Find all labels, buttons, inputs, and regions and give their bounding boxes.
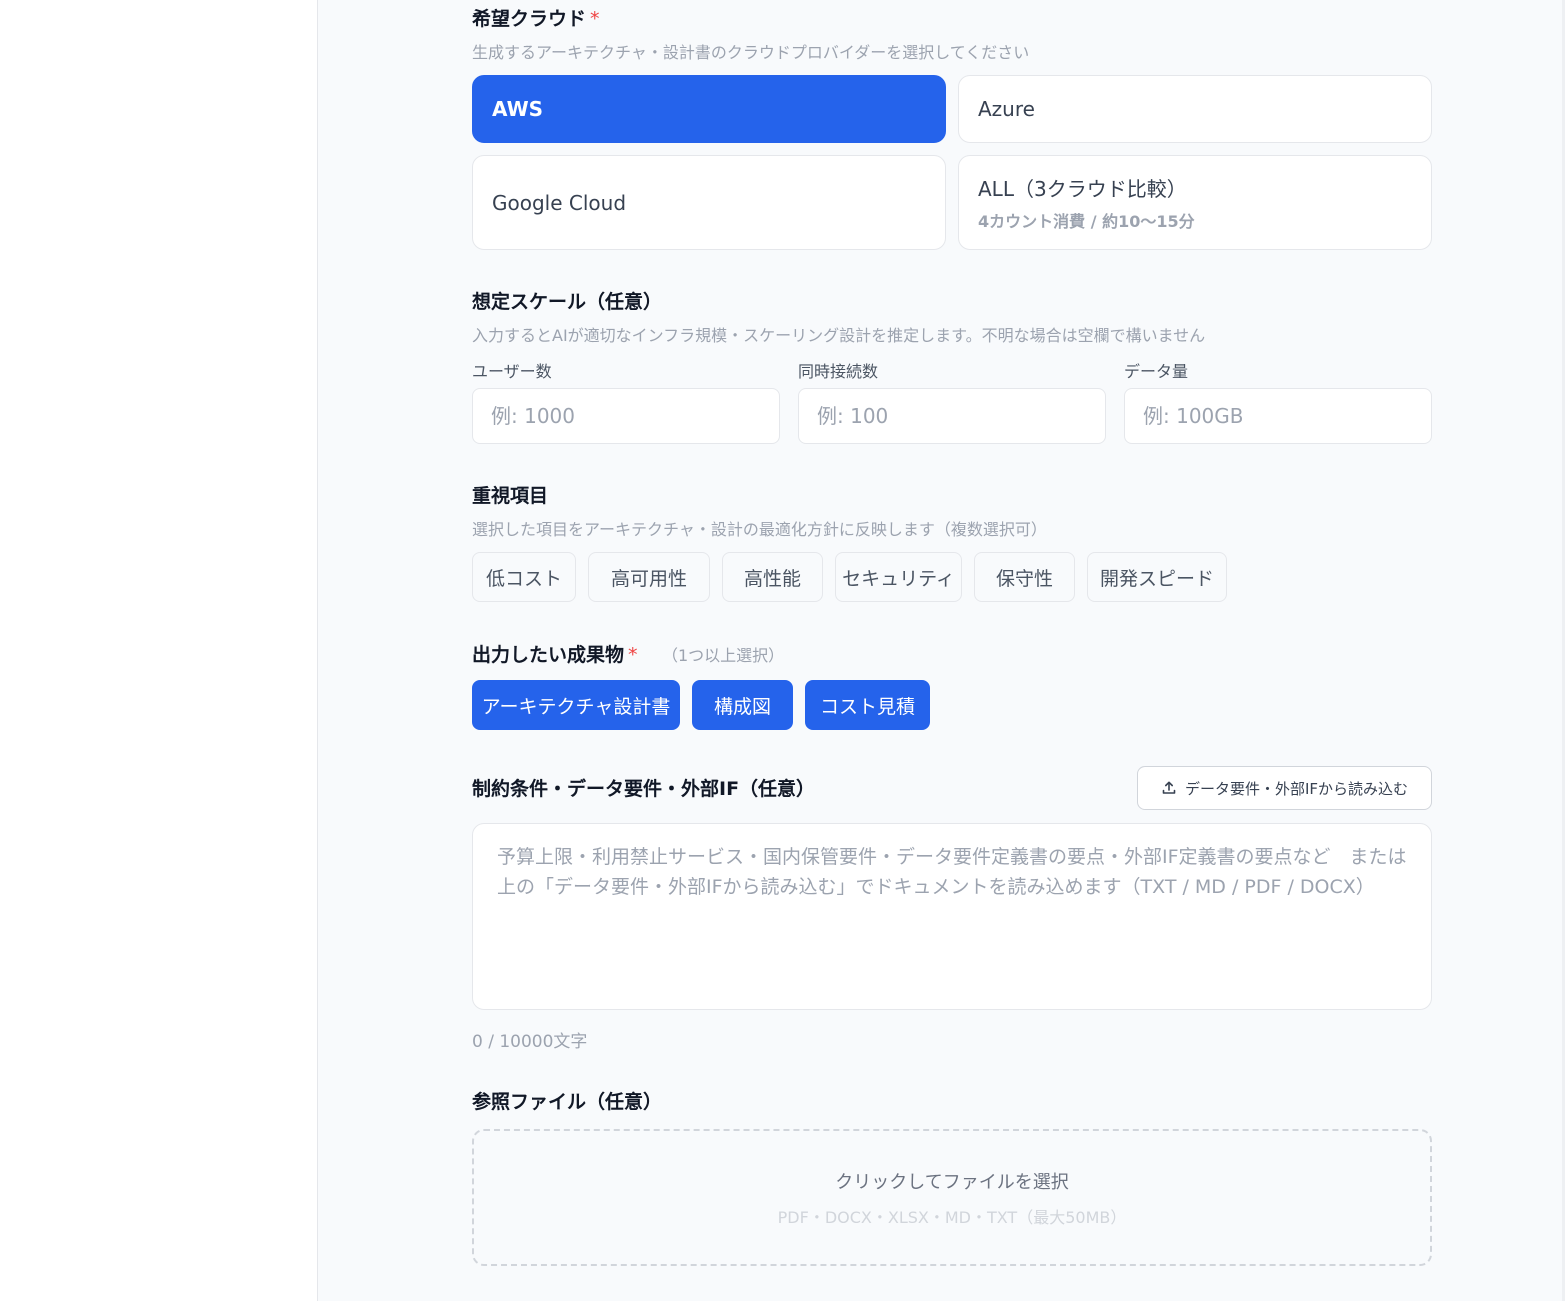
cloud-option-google-cloud[interactable]: Google Cloud — [472, 155, 946, 250]
priority-chip-performance[interactable]: 高性能 — [722, 552, 823, 602]
dropzone-main-text: クリックしてファイルを選択 — [835, 1171, 1069, 1193]
cloud-option-label: Azure — [978, 97, 1035, 121]
import-button-label: データ要件・外部IFから読み込む — [1184, 779, 1409, 798]
deliverables-hint: （1つ以上選択） — [662, 646, 785, 665]
required-mark: * — [628, 644, 638, 666]
scale-label: 想定スケール（任意） — [472, 291, 663, 313]
concurrent-label: 同時接続数 — [798, 362, 879, 381]
import-requirements-button[interactable]: データ要件・外部IFから読み込む — [1137, 766, 1432, 810]
cloud-option-label: ALL（3クラウド比較） — [978, 177, 1187, 201]
priority-chip-availability[interactable]: 高可用性 — [588, 552, 710, 602]
cloud-option-all[interactable]: ALL（3クラウド比較） 4カウント消費 / 約10〜15分 — [958, 155, 1432, 250]
cloud-label: 希望クラウド * — [472, 8, 600, 30]
priorities-label: 重視項目 — [472, 485, 549, 507]
users-label: ユーザー数 — [472, 362, 552, 381]
reference-label: 参照ファイル（任意） — [472, 1091, 663, 1113]
constraints-label: 制約条件・データ要件・外部IF（任意） — [472, 778, 816, 800]
users-input[interactable] — [472, 388, 780, 444]
char-counter: 0 / 10000文字 — [472, 1032, 588, 1052]
required-mark: * — [590, 8, 600, 30]
concurrent-input[interactable] — [798, 388, 1106, 444]
cloud-option-sub: 4カウント消費 / 約10〜15分 — [978, 212, 1195, 231]
data-volume-input[interactable] — [1124, 388, 1432, 444]
data-volume-label: データ量 — [1124, 362, 1189, 381]
scale-hint: 入力するとAIが適切なインフラ規模・スケーリング設計を推定します。不明な場合は空… — [472, 326, 1206, 345]
priority-chip-maintainability[interactable]: 保守性 — [974, 552, 1075, 602]
file-dropzone[interactable]: クリックしてファイルを選択 PDF・DOCX・XLSX・MD・TXT（最大50M… — [472, 1129, 1432, 1266]
deliverable-chip-diagram[interactable]: 構成図 — [692, 680, 793, 730]
deliverable-chip-cost-estimate[interactable]: コスト見積 — [805, 680, 930, 730]
dropzone-sub-text: PDF・DOCX・XLSX・MD・TXT（最大50MB） — [777, 1207, 1127, 1227]
left-pane — [0, 0, 318, 1301]
cloud-option-azure[interactable]: Azure — [958, 75, 1432, 143]
deliverable-chip-architecture-doc[interactable]: アーキテクチャ設計書 — [472, 680, 680, 730]
deliverables-label: 出力したい成果物 * — [472, 644, 638, 666]
cloud-option-label: Google Cloud — [492, 190, 627, 215]
cloud-hint: 生成するアーキテクチャ・設計書のクラウドプロバイダーを選択してください — [472, 43, 1030, 62]
constraints-textarea[interactable] — [472, 823, 1432, 1010]
upload-icon — [1161, 780, 1177, 796]
priorities-hint: 選択した項目をアーキテクチャ・設計の最適化方針に反映します（複数選択可） — [472, 520, 1047, 539]
cloud-option-aws[interactable]: AWS — [472, 75, 946, 143]
priority-chip-security[interactable]: セキュリティ — [835, 552, 962, 602]
priority-chip-low-cost[interactable]: 低コスト — [472, 552, 576, 602]
cloud-option-label: AWS — [492, 97, 544, 121]
priority-chip-dev-speed[interactable]: 開発スピード — [1087, 552, 1227, 602]
